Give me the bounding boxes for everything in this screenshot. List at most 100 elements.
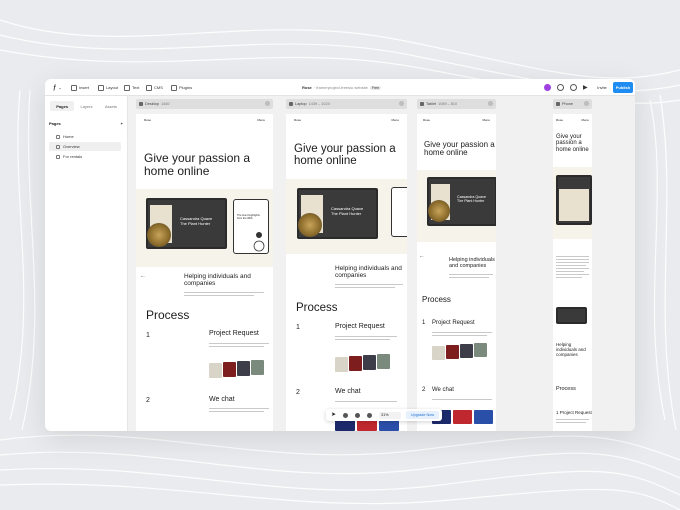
step-1-title: Project Request bbox=[559, 410, 592, 415]
mockup-headline: Cassandra Quave The Plant Hunter bbox=[457, 195, 486, 204]
play-icon[interactable]: ▶ bbox=[583, 84, 588, 91]
section-title: Helping individuals and companies bbox=[556, 342, 586, 357]
step-2-title: We chat bbox=[335, 388, 361, 395]
nav-menu: Menu bbox=[482, 118, 490, 122]
step-1-heading: 1 Project Request bbox=[556, 410, 592, 415]
section-tag: ●— bbox=[141, 275, 146, 278]
step-1-title: Project Request bbox=[209, 330, 259, 337]
project-images bbox=[335, 354, 399, 374]
frame-desktop[interactable]: Rose Menu Give your passion a home onlin… bbox=[136, 114, 273, 431]
frame-size: 1439 – 1024 bbox=[308, 102, 330, 106]
settings-icon[interactable] bbox=[570, 84, 577, 91]
section-title: Helping individuals and companies bbox=[184, 273, 251, 288]
cursor-icon[interactable]: ➤ bbox=[331, 411, 336, 418]
page-icon bbox=[56, 154, 60, 159]
sidebar-item-home[interactable]: Home bbox=[49, 132, 121, 141]
section-title: Helping individuals and companies bbox=[335, 265, 402, 280]
insert-menu[interactable]: Insert bbox=[71, 83, 89, 92]
frame-label-desktop[interactable]: Desktop 1440 bbox=[136, 99, 273, 109]
pages-header-label: Pages bbox=[49, 121, 61, 126]
frame-tablet[interactable]: Rose Menu Give your passion a home onlin… bbox=[417, 114, 496, 431]
framer-logo-icon[interactable]: ƒ ⌄ bbox=[53, 83, 62, 92]
hero-title: Give your passion a home online bbox=[556, 134, 589, 153]
process-title: Process bbox=[296, 302, 338, 314]
mockup-area: Cassandra Quave The Plant Hunter The Hun… bbox=[136, 189, 273, 267]
mockup-headline: Cassandra Quave The Plant Hunter bbox=[331, 206, 364, 216]
small-laptop-mockup bbox=[556, 307, 587, 324]
phone-mockup: The Hunt Highlights from the Wild bbox=[233, 199, 269, 254]
floating-toolbar: ➤ 31% Upgrade Now bbox=[326, 409, 442, 421]
frame-label-laptop[interactable]: Laptop 1439 – 1024 bbox=[286, 99, 407, 109]
add-breakpoint-icon[interactable] bbox=[265, 101, 270, 106]
frame-size: 1440 bbox=[160, 102, 170, 106]
laptop-icon bbox=[289, 102, 293, 106]
sidebar-item-overview[interactable]: Overview bbox=[49, 142, 121, 151]
insert-label: Insert bbox=[79, 85, 90, 90]
cms-icon bbox=[146, 84, 152, 91]
layout-label: Layout bbox=[106, 85, 119, 90]
hero-title: Give your passion a home online bbox=[144, 151, 251, 178]
step-2-title: We chat bbox=[432, 387, 454, 393]
layout-icon bbox=[98, 84, 104, 91]
add-breakpoint-icon[interactable] bbox=[584, 101, 589, 106]
tab-layers[interactable]: Layers bbox=[74, 101, 98, 111]
step-1-title: Project Request bbox=[432, 320, 475, 326]
sidebar-item-rentals[interactable]: For rentals bbox=[49, 152, 121, 161]
add-page-icon[interactable]: + bbox=[121, 121, 123, 126]
add-breakpoint-icon[interactable] bbox=[488, 101, 493, 106]
home-icon bbox=[56, 134, 60, 139]
canvas[interactable]: Desktop 1440 Rose Menu Give your passion… bbox=[128, 96, 635, 431]
project-images bbox=[209, 360, 271, 380]
step-1-number: 1 bbox=[556, 410, 559, 415]
pages-header: Pages + bbox=[49, 121, 123, 126]
text-label: Text bbox=[132, 85, 140, 90]
frame-label-tablet[interactable]: Tablet 1089 – 810 bbox=[417, 99, 496, 109]
invite-button[interactable]: Invite bbox=[593, 83, 611, 92]
tab-pages[interactable]: Pages bbox=[50, 101, 75, 111]
nav-menu: Menu bbox=[581, 118, 589, 122]
comment-icon[interactable] bbox=[355, 412, 360, 418]
mockup-area bbox=[553, 167, 592, 239]
frame-phone[interactable]: Rose Menu Give your passion a home onlin… bbox=[553, 114, 592, 431]
process-title: Process bbox=[422, 295, 451, 304]
section-title: Helping individuals and companies bbox=[449, 257, 495, 270]
top-right-icons: ▶ bbox=[544, 83, 588, 92]
ruler-icon[interactable] bbox=[367, 412, 372, 418]
publish-button[interactable]: Publish bbox=[613, 82, 633, 93]
step-2-number: 2 bbox=[296, 389, 300, 396]
framer-editor-window: ƒ ⌄ Insert Layout Text CMS Plugins Rose … bbox=[45, 79, 635, 431]
step-1-number: 1 bbox=[146, 332, 150, 339]
hand-icon[interactable] bbox=[343, 412, 348, 418]
nav-menu: Menu bbox=[257, 118, 265, 122]
process-title: Process bbox=[146, 308, 190, 322]
tab-assets[interactable]: Assets bbox=[99, 101, 123, 111]
add-breakpoint-icon[interactable] bbox=[399, 101, 404, 106]
upgrade-button[interactable]: Upgrade Now bbox=[406, 411, 439, 419]
help-icon[interactable] bbox=[557, 84, 564, 91]
frame-name: Desktop bbox=[145, 102, 159, 106]
project-title[interactable]: Rose · framerproject-freesio website Fre… bbox=[302, 83, 382, 92]
laptop-mockup: Cassandra Quave The Plant Hunter bbox=[427, 177, 496, 226]
zoom-field[interactable]: 31% bbox=[379, 411, 401, 419]
layout-menu[interactable]: Layout bbox=[98, 83, 118, 92]
step-2-title: We chat bbox=[209, 396, 235, 403]
cms-menu[interactable]: CMS bbox=[146, 83, 163, 92]
text-menu[interactable]: Text bbox=[124, 83, 139, 92]
nav-logo: Rose bbox=[144, 118, 152, 122]
mockup-area: Cassandra Quave The Plant Hunter bbox=[417, 170, 496, 242]
avatar[interactable] bbox=[544, 84, 551, 91]
sidebar-tabs: Pages Layers Assets bbox=[50, 101, 123, 111]
zoom-value: 31% bbox=[381, 413, 389, 417]
page-label: Overview bbox=[63, 144, 80, 149]
plugins-menu[interactable]: Plugins bbox=[171, 83, 192, 92]
illustration-icon bbox=[253, 232, 265, 252]
phone-icon bbox=[556, 102, 560, 106]
frame-label-phone[interactable]: Phone bbox=[553, 99, 592, 109]
frame-name: Tablet bbox=[426, 102, 437, 106]
laptop-mockup: Cassandra Quave The Plant Hunter bbox=[146, 198, 227, 249]
frame-laptop[interactable]: Rose Menu Give your passion a home onlin… bbox=[286, 114, 407, 431]
page-label: Home bbox=[63, 134, 74, 139]
step-2-number: 2 bbox=[146, 397, 150, 404]
nav-logo: Rose bbox=[556, 118, 564, 122]
insert-icon bbox=[71, 84, 77, 91]
